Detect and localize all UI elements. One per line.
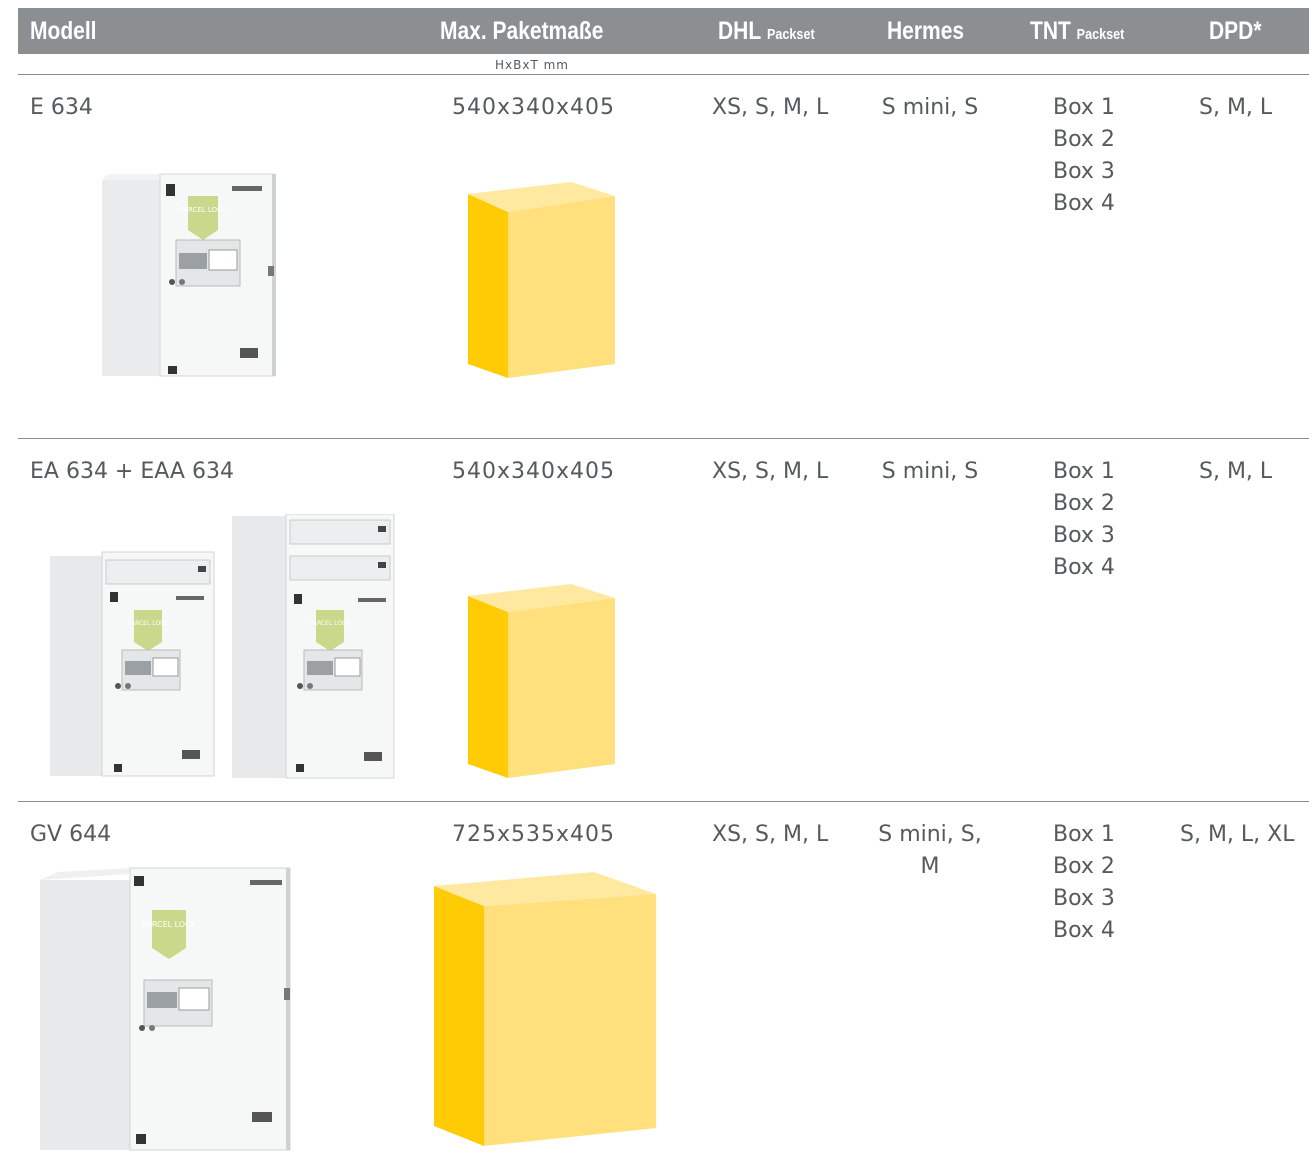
header-dpd: DPD* <box>1209 17 1262 45</box>
row2-hermes: S mini, S <box>881 459 979 484</box>
row2-modell: EA 634 + EAA 634 <box>30 459 234 484</box>
parcel-size-cube-row2 <box>468 584 615 778</box>
header-dhl: DHL Packset <box>718 17 815 45</box>
parcel-box-image-e634: PARCEL LOCK <box>102 173 276 377</box>
parcel-size-cube-row3 <box>434 872 656 1146</box>
header-modell: Modell <box>30 17 97 45</box>
svg-text:PARCEL LOCK: PARCEL LOCK <box>310 620 351 627</box>
row3-modell: GV 644 <box>30 822 112 847</box>
row1-masse: 540x340x405 <box>452 95 616 120</box>
parcel-box-image-gv644: PARCEL LOCK <box>40 867 291 1151</box>
table-header: Modell Max. Paketmaße DHL Packset Hermes… <box>18 8 1309 54</box>
svg-text:PARCEL LOCK: PARCEL LOCK <box>128 620 169 627</box>
divider <box>18 438 1309 439</box>
parcel-lock-logo: PARCEL LOCK <box>179 206 227 214</box>
row2-tnt: Box 1 Box 2 Box 3 Box 4 <box>1053 459 1115 580</box>
row3-hermes: S mini, S, M <box>878 822 982 879</box>
parcel-size-cube-row1 <box>468 182 615 378</box>
row1-tnt: Box 1 Box 2 Box 3 Box 4 <box>1053 95 1115 216</box>
row2-dhl: XS, S, M, L <box>712 459 829 484</box>
row1-modell: E 634 <box>30 95 93 120</box>
header-hermes: Hermes <box>887 17 965 45</box>
row1-dpd: S, M, L <box>1199 95 1273 120</box>
dimension-unit-label: HxBxT mm <box>495 58 569 72</box>
divider <box>18 74 1309 75</box>
row3-dpd: S, M, L, XL <box>1180 822 1295 847</box>
row1-hermes: S mini, S <box>881 95 979 120</box>
divider <box>18 801 1309 802</box>
row2-masse: 540x340x405 <box>452 459 616 484</box>
svg-text:PARCEL LOCK: PARCEL LOCK <box>142 920 197 929</box>
row1-dhl: XS, S, M, L <box>712 95 829 120</box>
row3-masse: 725x535x405 <box>452 822 616 847</box>
header-paketmasse: Max. Paketmaße <box>440 17 604 45</box>
parcel-box-image-ea634: PARCEL LOCK PARCEL LOCK <box>50 514 395 779</box>
row3-dhl: XS, S, M, L <box>712 822 829 847</box>
row3-tnt: Box 1 Box 2 Box 3 Box 4 <box>1053 822 1115 943</box>
row2-dpd: S, M, L <box>1199 459 1273 484</box>
header-tnt: TNT Packset <box>1030 17 1125 45</box>
